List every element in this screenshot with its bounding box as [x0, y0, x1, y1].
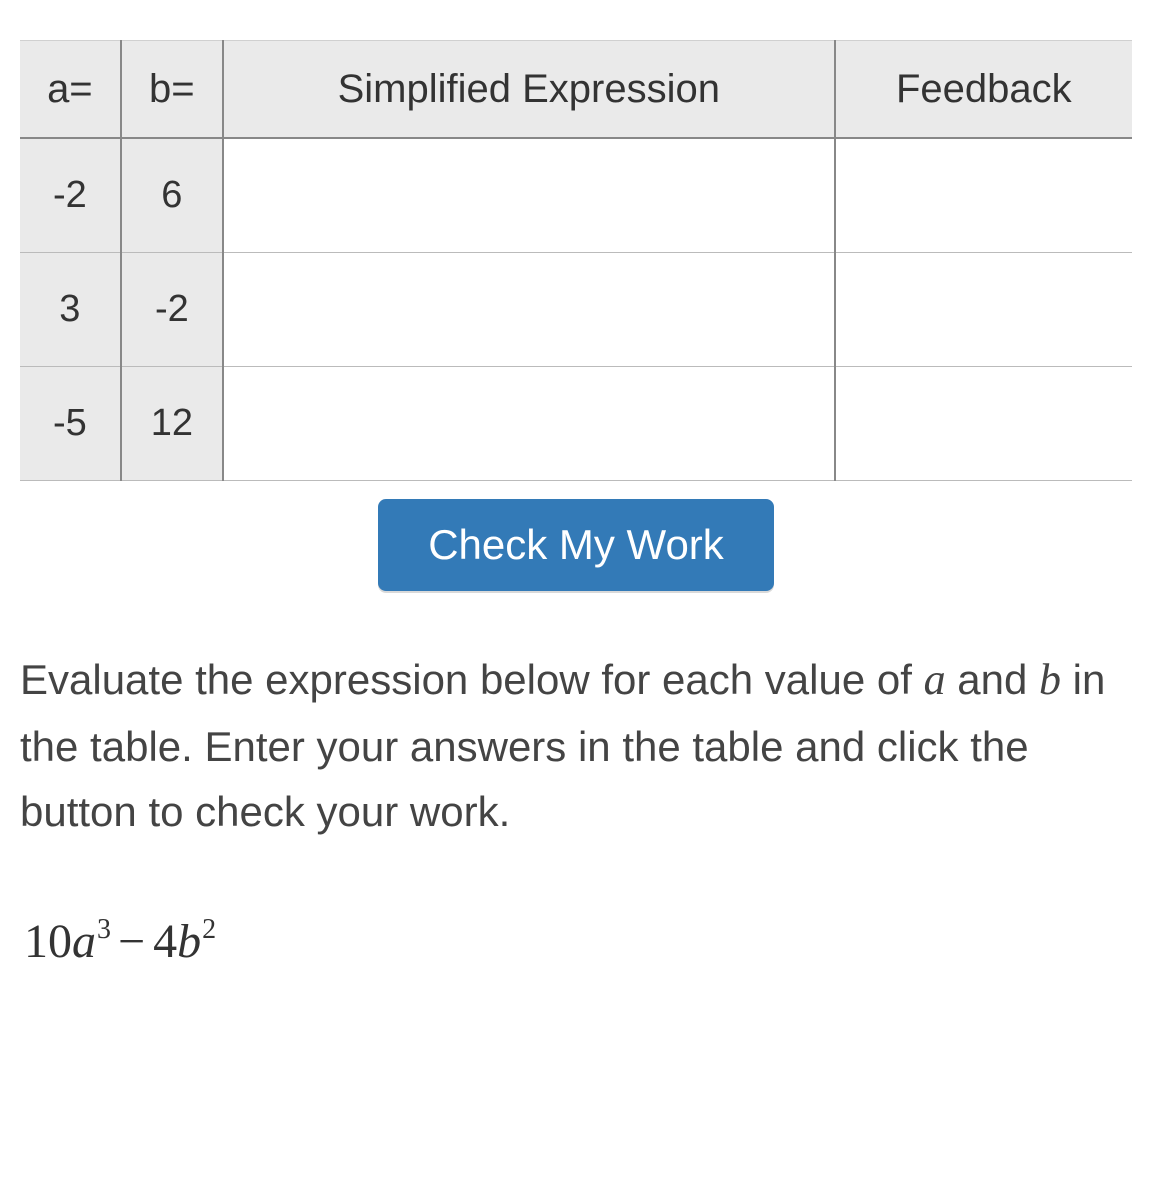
- cell-feedback: [835, 138, 1132, 253]
- instructions-var-a: a: [924, 655, 946, 704]
- check-my-work-button[interactable]: Check My Work: [378, 499, 774, 591]
- cell-b: 6: [121, 138, 223, 253]
- cell-b: -2: [121, 253, 223, 367]
- expr-var1: a: [72, 915, 96, 968]
- table-row: 3 -2: [20, 253, 1132, 367]
- expr-var2: b: [177, 915, 201, 968]
- expr-exp2: 2: [202, 914, 216, 945]
- instructions-part1: Evaluate the expression below for each v…: [20, 656, 924, 703]
- cell-a: -2: [20, 138, 121, 253]
- exercise-container: a= b= Simplified Expression Feedback -2 …: [20, 40, 1132, 969]
- values-table: a= b= Simplified Expression Feedback -2 …: [20, 40, 1132, 481]
- header-b: b=: [121, 41, 223, 139]
- header-simplified: Simplified Expression: [223, 41, 835, 139]
- cell-b: 12: [121, 367, 223, 481]
- instructions-var-b: b: [1039, 655, 1061, 704]
- cell-a: -5: [20, 367, 121, 481]
- instructions-text: Evaluate the expression below for each v…: [20, 646, 1132, 844]
- expr-coef2: 4: [153, 915, 177, 968]
- math-expression: 10a3−4b2: [24, 914, 1132, 969]
- table-row: -5 12: [20, 367, 1132, 481]
- table-header-row: a= b= Simplified Expression Feedback: [20, 41, 1132, 139]
- cell-simplified-input[interactable]: [223, 367, 835, 481]
- expr-coef1: 10: [24, 915, 72, 968]
- header-a: a=: [20, 41, 121, 139]
- cell-a: 3: [20, 253, 121, 367]
- cell-feedback: [835, 253, 1132, 367]
- table-row: -2 6: [20, 138, 1132, 253]
- cell-simplified-input[interactable]: [223, 138, 835, 253]
- button-row: Check My Work: [20, 499, 1132, 591]
- expr-minus: −: [110, 915, 153, 968]
- expr-exp1: 3: [97, 914, 111, 945]
- cell-feedback: [835, 367, 1132, 481]
- header-feedback: Feedback: [835, 41, 1132, 139]
- cell-simplified-input[interactable]: [223, 253, 835, 367]
- instructions-part2: and: [946, 656, 1039, 703]
